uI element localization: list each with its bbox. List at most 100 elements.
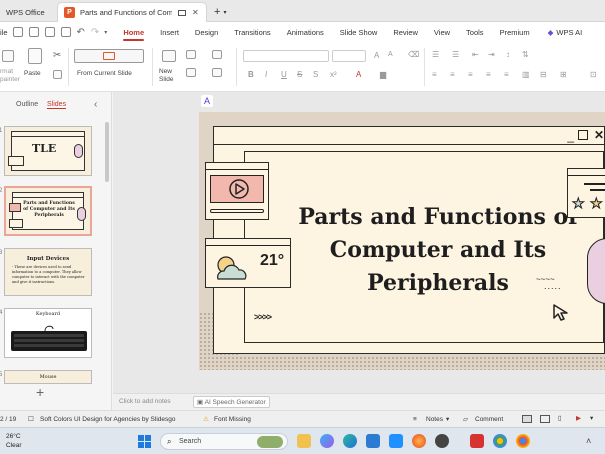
export-pdf-icon[interactable] — [44, 27, 55, 37]
notes-toggle[interactable]: Notes — [426, 416, 443, 423]
paste-icon[interactable] — [28, 48, 42, 64]
edge-icon[interactable] — [343, 434, 357, 448]
text-direction-icon[interactable]: ⇅ — [522, 50, 529, 59]
align-text-icon[interactable]: ⊟ — [540, 70, 547, 79]
font-family-select[interactable] — [243, 50, 329, 62]
tab-wps-office[interactable]: WPS Office — [0, 2, 56, 22]
chevron-down-icon[interactable]: ▾ — [446, 415, 449, 423]
new-slide-label[interactable]: New Slide — [159, 68, 173, 84]
mail-icon[interactable] — [389, 434, 403, 448]
firefox-icon[interactable] — [412, 434, 426, 448]
add-slide-button[interactable]: + — [36, 384, 44, 400]
menu-design[interactable]: Design — [187, 22, 226, 42]
italic-button[interactable]: I — [265, 70, 267, 79]
clear-format-icon[interactable]: ⌫ — [408, 50, 419, 59]
format-painter-icon[interactable] — [2, 50, 14, 62]
play-icon[interactable]: ▶ — [576, 414, 581, 422]
menu-transitions[interactable]: Transitions — [226, 22, 278, 42]
tab-outline[interactable]: Outline — [16, 101, 38, 108]
increase-font-icon[interactable]: A — [374, 51, 379, 60]
redo-icon[interactable]: ↷ — [91, 27, 99, 38]
comment-toggle[interactable]: Comment — [475, 416, 503, 423]
align-left-icon[interactable]: ≡ — [432, 70, 437, 79]
menu-tools[interactable]: Tools — [458, 22, 492, 42]
font-color-icon[interactable]: A — [356, 70, 361, 79]
windows-start-icon[interactable] — [138, 435, 152, 449]
ai-speech-generator-button[interactable]: ▣ AI Speech Generator — [193, 396, 270, 408]
menu-wps-ai[interactable]: ◆ WPS AI — [538, 22, 583, 42]
slide-thumbnail-3[interactable]: Input Devices - These are devices used t… — [4, 248, 92, 296]
align-center-icon[interactable]: ≡ — [450, 70, 455, 79]
slide-thumbnail-2[interactable]: Parts and Functions of Computer and Its … — [4, 186, 92, 236]
slide-thumbnail-1[interactable]: TLE — [4, 126, 92, 176]
paste-label[interactable]: Paste — [24, 70, 41, 77]
notes-toggle-icon[interactable]: ≡ — [413, 416, 417, 423]
justify-icon[interactable]: ≡ — [486, 70, 491, 79]
chevron-up-icon[interactable]: ˄ — [586, 436, 591, 446]
smart-art-icon[interactable]: ⊞ — [560, 70, 567, 79]
menu-file[interactable]: ile — [0, 22, 10, 42]
bullets-icon[interactable]: ☰ — [432, 50, 439, 59]
layout-icon[interactable] — [186, 50, 196, 59]
tab-document[interactable]: P Parts and Functions of Comp ✕ — [57, 2, 207, 22]
font-size-select[interactable] — [332, 50, 366, 62]
comment-icon[interactable]: ▱ — [463, 415, 468, 423]
ai-assistant-icon[interactable]: A — [201, 95, 213, 107]
line-spacing-icon[interactable]: ↕ — [506, 50, 510, 59]
indent-decrease-icon[interactable]: ⇤ — [472, 50, 479, 59]
columns-icon[interactable]: ▥ — [522, 70, 530, 79]
chrome-icon[interactable] — [493, 434, 507, 448]
app-icon[interactable] — [435, 434, 449, 448]
copy-icon[interactable] — [53, 70, 62, 79]
slide-title[interactable]: Parts and Functions of Computer and Its … — [298, 201, 578, 300]
print-icon[interactable] — [60, 27, 71, 37]
wps-office-icon[interactable] — [470, 434, 484, 448]
collapse-panel-icon[interactable]: ‹ — [94, 99, 97, 110]
decrease-font-icon[interactable]: A — [388, 51, 393, 58]
indent-increase-icon[interactable]: ⇥ — [488, 50, 495, 59]
undo-icon[interactable]: ↶ — [77, 27, 85, 38]
menu-icon[interactable] — [12, 27, 23, 37]
slides-scrollbar[interactable] — [105, 122, 109, 182]
distribute-icon[interactable]: ≡ — [504, 70, 509, 79]
slide-thumbnail-5[interactable]: Mouse — [4, 370, 92, 384]
section-icon[interactable] — [186, 68, 196, 77]
menu-slide-show[interactable]: Slide Show — [332, 22, 386, 42]
chevron-down-icon[interactable]: ▾ — [590, 414, 593, 422]
chrome-profile-icon[interactable] — [516, 434, 530, 448]
arrange-icon[interactable] — [212, 68, 222, 77]
reset-icon[interactable] — [212, 50, 222, 59]
current-slide[interactable]: _ ✕ Parts and Functions of Computer and … — [199, 112, 605, 370]
menu-home[interactable]: Home — [115, 22, 152, 42]
menu-animations[interactable]: Animations — [279, 22, 332, 42]
cut-icon[interactable]: ✂ — [53, 50, 61, 61]
font-missing-label[interactable]: Font Missing — [214, 416, 251, 423]
underline-button[interactable]: U — [281, 70, 287, 79]
new-tab-button[interactable]: + ▾ — [208, 2, 232, 22]
store-icon[interactable] — [366, 434, 380, 448]
menu-view[interactable]: View — [426, 22, 458, 42]
align-right-icon[interactable]: ≡ — [468, 70, 473, 79]
from-current-slide-label[interactable]: From Current Slide — [77, 70, 132, 77]
shadow-button[interactable]: S — [313, 70, 318, 79]
text-box-icon[interactable]: ⊡ — [590, 70, 597, 79]
superscript-icon[interactable]: x² — [330, 70, 337, 79]
notes-placeholder[interactable]: Click to add notes — [119, 398, 171, 405]
layout-preview[interactable] — [74, 49, 144, 63]
slide-sorter-icon[interactable] — [540, 415, 550, 423]
highlight-icon[interactable]: ▆ — [380, 70, 386, 79]
chevron-down-icon[interactable]: ▾ — [104, 29, 107, 36]
copilot-icon[interactable] — [320, 434, 334, 448]
slide-thumbnail-4[interactable]: Keyboard — [4, 308, 92, 358]
monitor-icon[interactable] — [178, 9, 186, 16]
taskbar-search[interactable]: ⌕ Search — [160, 433, 288, 450]
menu-review[interactable]: Review — [385, 22, 426, 42]
normal-view-icon[interactable] — [522, 415, 532, 423]
menu-premium[interactable]: Premium — [492, 22, 538, 42]
new-slide-icon[interactable] — [162, 50, 176, 62]
weather-widget[interactable]: 26°C Clear — [6, 432, 22, 450]
reading-view-icon[interactable]: ▯ — [558, 414, 562, 422]
save-icon[interactable] — [28, 27, 39, 37]
bold-button[interactable]: B — [248, 70, 254, 79]
strikethrough-button[interactable]: S — [297, 70, 302, 79]
